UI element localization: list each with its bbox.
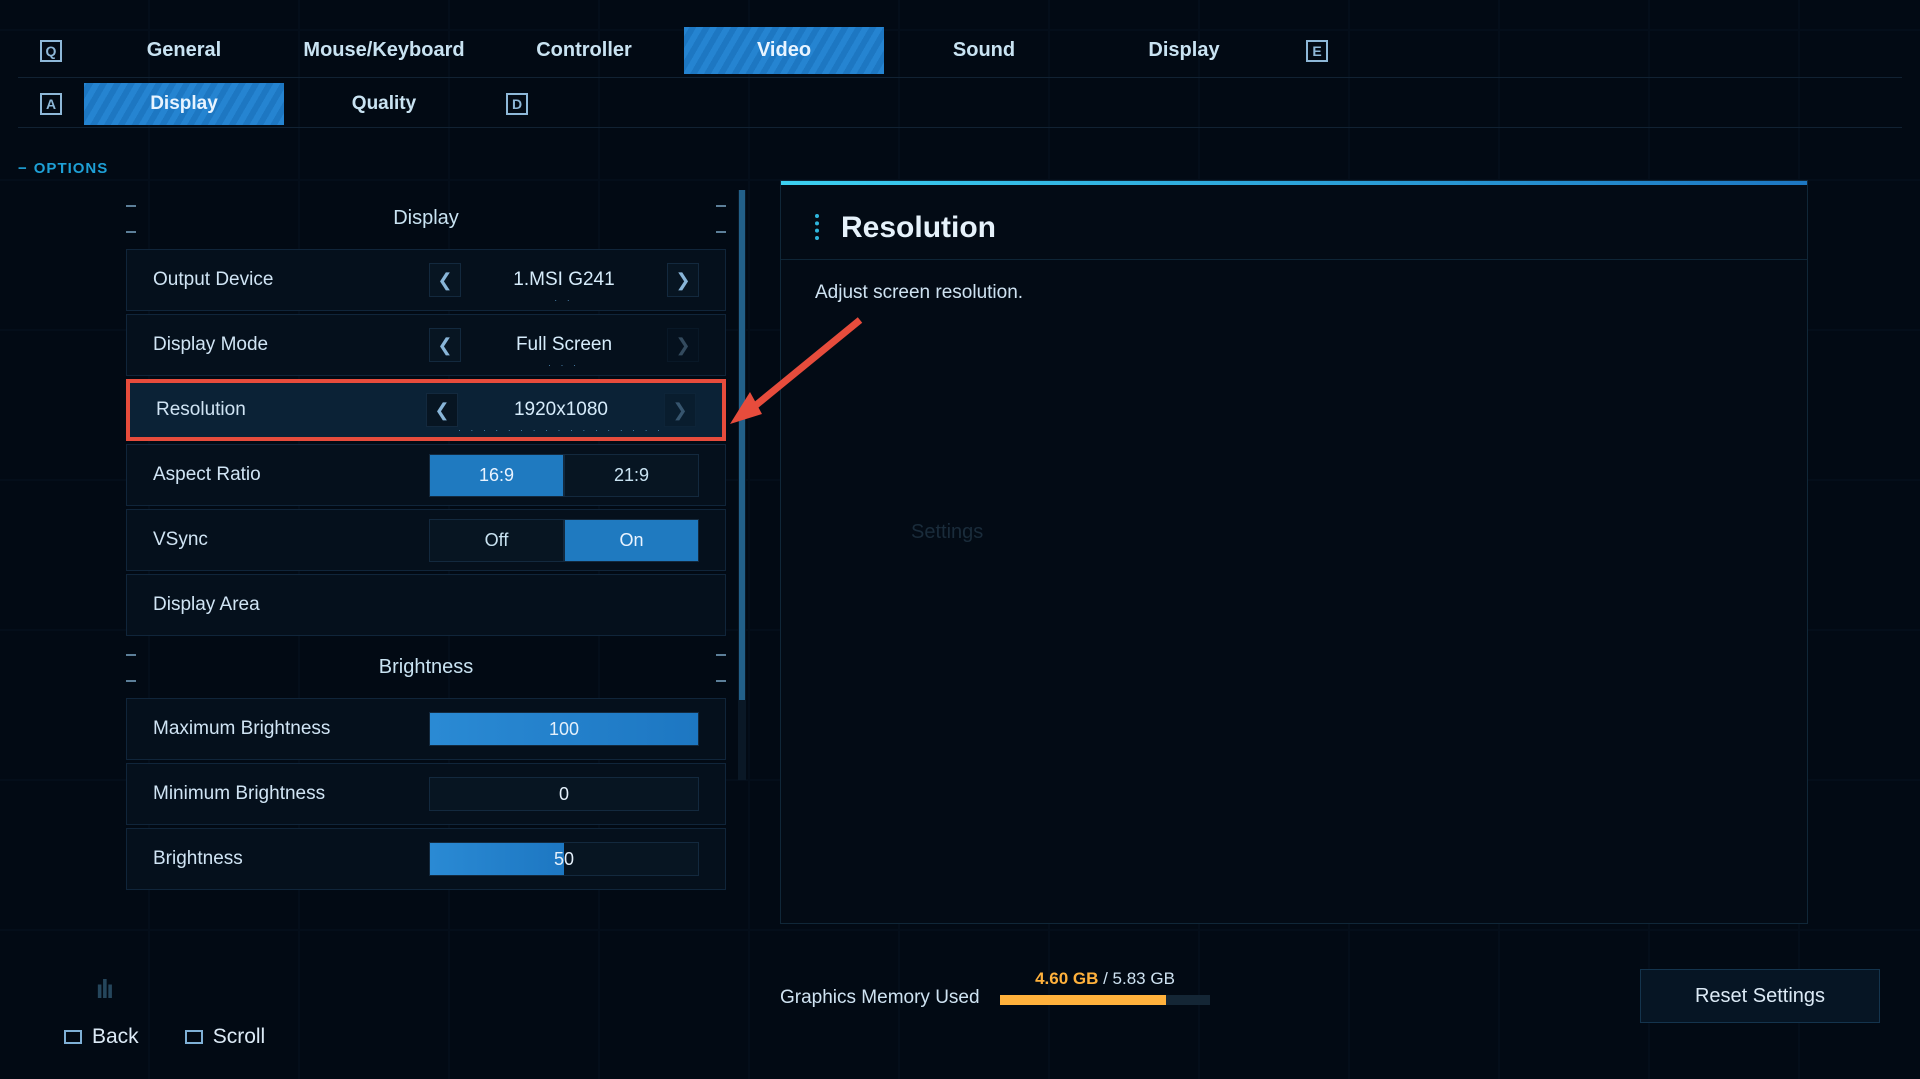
max-brightness-slider[interactable]: 100 [429,712,699,746]
memory-text: 4.60 GB / 5.83 GB [1035,969,1175,989]
description-body: Adjust screen resolution. [781,260,1807,326]
tab-mouse-keyboard[interactable]: Mouse/Keyboard [284,27,484,74]
row-display-area[interactable]: Display Area [126,574,726,636]
row-vsync[interactable]: VSync Off On [126,509,726,571]
ghost-text: Settings [911,521,983,544]
back-label: Back [92,1025,139,1049]
row-min-brightness[interactable]: Minimum Brightness 0 [126,763,726,825]
back-hint: Back [64,1025,139,1049]
vsync-on[interactable]: On [564,519,699,562]
brightness-slider[interactable]: 50 [429,842,699,876]
tab-video[interactable]: Video [684,27,884,74]
subnav-left-key: A [40,93,62,115]
footer-keys: Back Scroll [64,1025,265,1049]
row-brightness[interactable]: Brightness 50 [126,828,726,890]
settings-scrollbar[interactable] [738,190,746,780]
min-brightness-label: Minimum Brightness [153,783,429,805]
display-mode-dots: . . . [461,359,667,368]
row-output-device[interactable]: Output Device ❮ 1.MSI G241 . . ❯ [126,249,726,311]
primary-tabbar: Q General Mouse/Keyboard Controller Vide… [18,24,1902,78]
aspect-ratio-segmented: 16:9 21:9 [429,454,699,497]
display-mode-prev[interactable]: ❮ [429,328,461,362]
description-panel: Resolution Adjust screen resolution. Set… [780,180,1808,924]
resolution-value: 1920x1080 [514,399,608,420]
reset-settings-button[interactable]: Reset Settings [1640,969,1880,1023]
aspect-21-9[interactable]: 21:9 [564,454,699,497]
tab-display[interactable]: Display [1084,27,1284,74]
logo-icon: ılı [96,974,112,1005]
brightness-label: Brightness [153,848,429,870]
display-mode-value: Full Screen [516,334,612,355]
scroll-key-icon [185,1030,203,1044]
scroll-hint: Scroll [185,1025,266,1049]
output-device-label: Output Device [153,269,429,291]
subtab-display[interactable]: Display [84,83,284,125]
max-brightness-label: Maximum Brightness [153,718,429,740]
nav-right-key: E [1306,40,1328,62]
options-header: OPTIONS [18,160,108,177]
bottom-bar: Graphics Memory Used 4.60 GB / 5.83 GB R… [0,959,1920,1079]
aspect-ratio-label: Aspect Ratio [153,464,429,486]
subnav-right-key: D [506,93,528,115]
min-brightness-slider[interactable]: 0 [429,777,699,811]
vsync-off[interactable]: Off [429,519,564,562]
memory-label: Graphics Memory Used [780,987,980,1009]
settings-panel: Display Output Device ❮ 1.MSI G241 . . ❯… [126,190,726,929]
row-resolution[interactable]: Resolution ❮ 1920x1080 . . . . . . . . .… [126,379,726,441]
row-aspect-ratio[interactable]: Aspect Ratio 16:9 21:9 [126,444,726,506]
section-display-label: Display [136,207,716,230]
tab-sound[interactable]: Sound [884,27,1084,74]
secondary-tabbar: A Display Quality D [18,80,1902,128]
resolution-dots: . . . . . . . . . . . . . . . . . [458,424,664,433]
output-device-next[interactable]: ❯ [667,263,699,297]
output-device-dots: . . [461,294,667,303]
aspect-16-9[interactable]: 16:9 [429,454,564,497]
vsync-label: VSync [153,529,429,551]
resolution-label: Resolution [156,399,426,421]
display-mode-label: Display Mode [153,334,429,356]
scroll-label: Scroll [213,1025,266,1049]
subtab-quality[interactable]: Quality [284,83,484,125]
display-area-label: Display Area [153,594,699,616]
back-key-icon [64,1030,82,1044]
section-brightness: Brightness [126,639,726,695]
row-display-mode[interactable]: Display Mode ❮ Full Screen . . . ❯ [126,314,726,376]
section-display: Display [126,190,726,246]
tab-controller[interactable]: Controller [484,27,684,74]
section-brightness-label: Brightness [136,656,716,679]
memory-total: 5.83 GB [1113,969,1175,988]
output-device-value: 1.MSI G241 [513,269,614,290]
vsync-segmented: Off On [429,519,699,562]
display-mode-next[interactable]: ❯ [667,328,699,362]
output-device-prev[interactable]: ❮ [429,263,461,297]
description-title: Resolution [781,181,1807,260]
memory-used: 4.60 GB [1035,969,1098,988]
brightness-value: 50 [554,849,574,870]
tab-general[interactable]: General [84,27,284,74]
resolution-next[interactable]: ❯ [664,393,696,427]
row-max-brightness[interactable]: Maximum Brightness 100 [126,698,726,760]
max-brightness-value: 100 [549,719,579,740]
resolution-prev[interactable]: ❮ [426,393,458,427]
memory-bar [1000,995,1210,1005]
nav-left-key: Q [40,40,62,62]
min-brightness-value: 0 [559,784,569,805]
